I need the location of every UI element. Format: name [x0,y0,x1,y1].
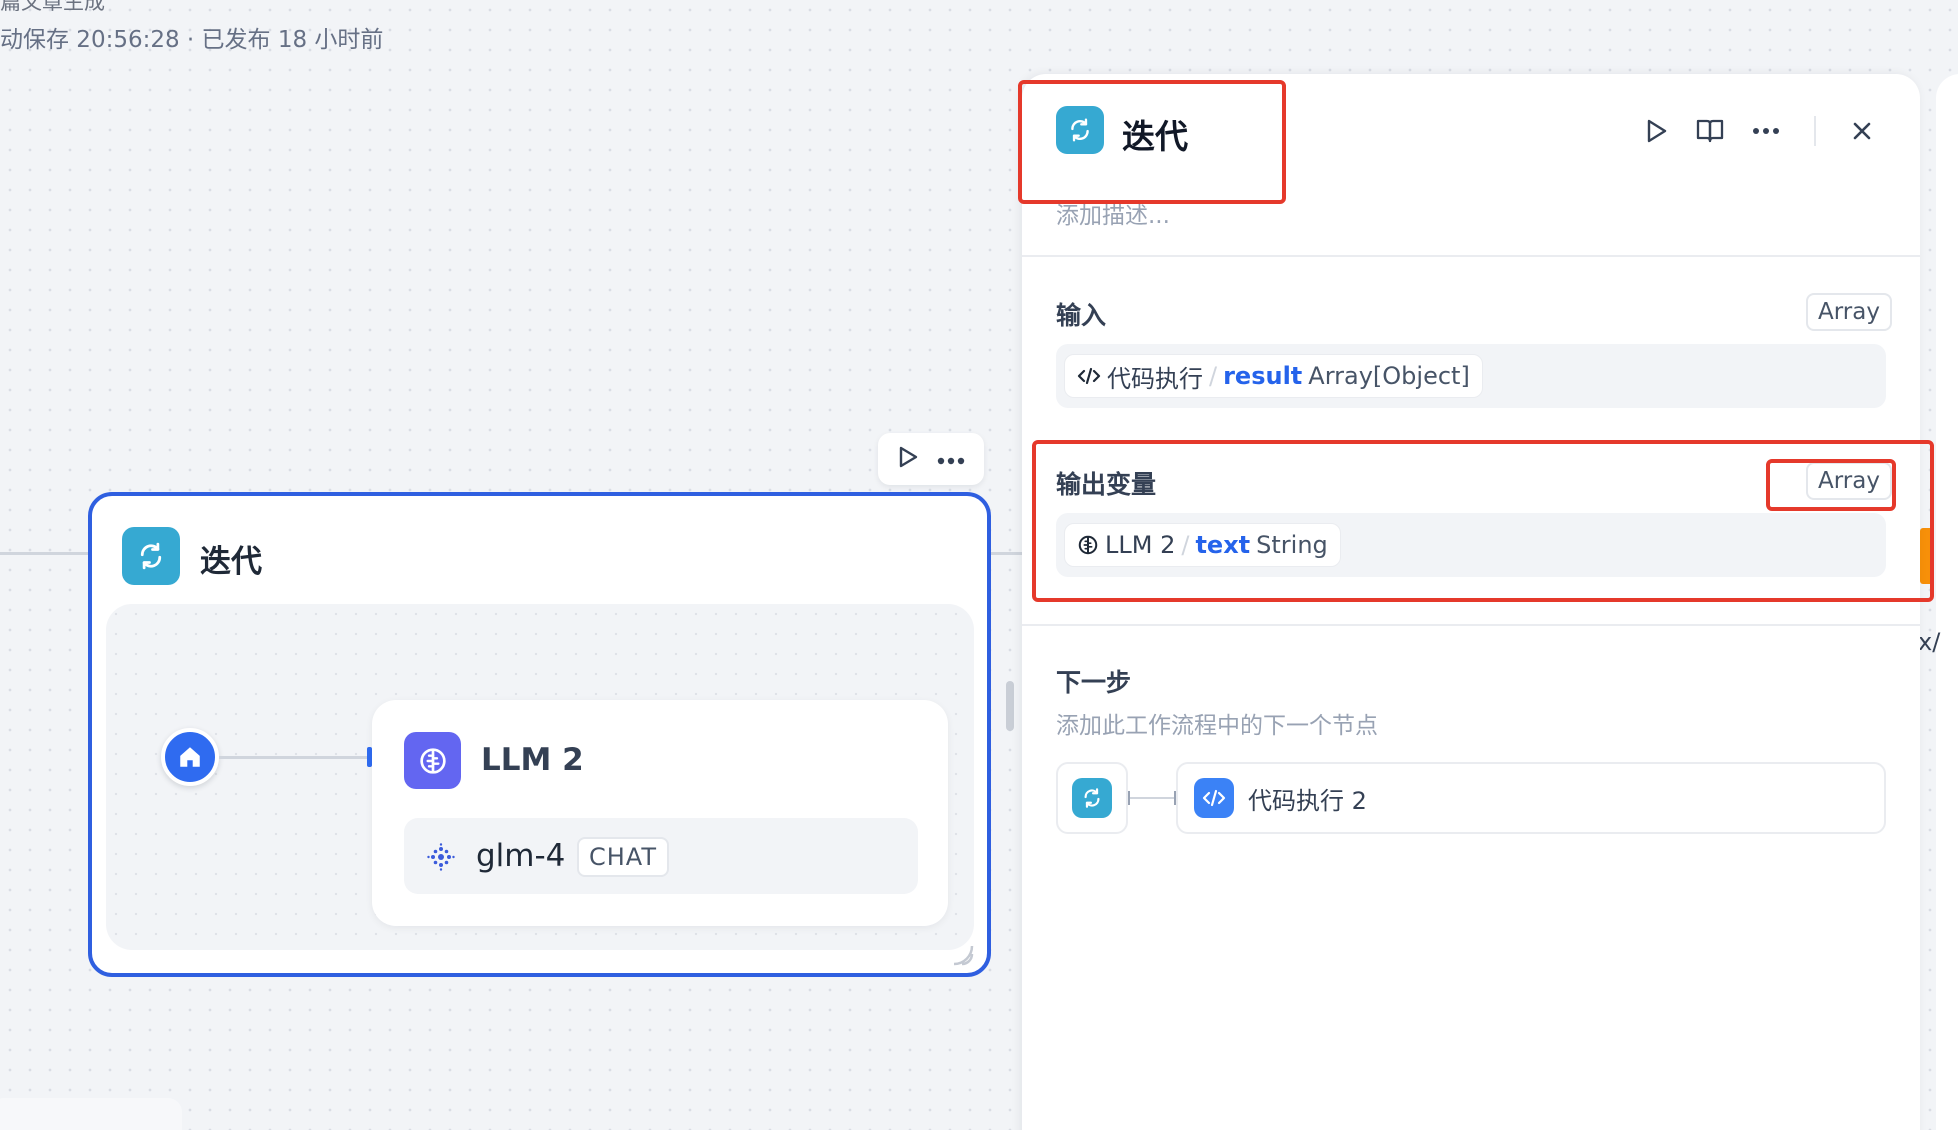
brain-icon [404,732,461,789]
inner-edge [219,756,369,759]
section-divider [1022,255,1920,257]
model-mode-badge: CHAT [577,837,670,877]
close-button[interactable] [1842,111,1882,151]
canvas-scrollbar[interactable] [1006,681,1014,731]
iteration-start-node[interactable] [161,728,219,786]
node-settings-panel [1022,74,1920,1130]
section-divider [1022,624,1920,626]
next-step-connector [1128,797,1176,799]
app-title: 篇文章生成 [0,0,105,14]
input-variable-type: Array[Object] [1308,362,1470,390]
outgoing-edge [990,552,1024,555]
incoming-edge [0,552,88,555]
iteration-icon [1072,778,1112,818]
next-step-target-label: 代码执行 2 [1248,786,1367,815]
code-icon [1077,367,1101,385]
model-name: glm-4 [476,838,566,874]
llm-node-title: LLM 2 [481,742,584,778]
annotation-box-type-badge [1766,459,1896,511]
input-section-label: 输入 [1056,301,1107,330]
edge-text-fragment: x/ [1918,628,1941,656]
resize-handle-icon[interactable] [950,942,976,968]
code-icon [1194,778,1234,818]
connector-cap [1128,791,1130,805]
iteration-node-title: 迭代 [200,544,262,580]
run-button[interactable] [1636,111,1676,151]
adjacent-panel [1936,74,1958,1130]
next-step-target-node[interactable]: 代码执行 2 [1176,762,1886,834]
annotation-box-title [1018,80,1286,204]
node-more-icon[interactable] [937,450,965,469]
canvas-control [0,1098,182,1130]
home-icon [180,747,200,767]
next-step-description: 添加此工作流程中的下一个节点 [1056,713,1378,739]
input-variable-chip[interactable]: 代码执行 / result Array[Object] [1064,354,1483,398]
node-toolbar [878,433,984,485]
more-button[interactable] [1746,111,1786,151]
close-icon [1853,122,1871,140]
play-icon [1647,119,1667,143]
book-icon [1696,119,1724,143]
next-step-source-node [1056,762,1128,834]
input-node-name: 代码执行 [1107,364,1203,393]
run-node-icon[interactable] [897,445,919,473]
save-status: 动保存 20:56:28 · 已发布 18 小时前 [0,27,384,53]
zhipu-model-icon [426,842,456,872]
input-variable-name: result [1223,362,1303,390]
next-step-label: 下一步 [1056,668,1132,697]
docs-button[interactable] [1690,111,1730,151]
more-dots-icon [1753,128,1779,134]
slash-separator: / [1209,362,1218,390]
toolbar-divider [1814,116,1816,146]
iteration-node-icon [122,527,180,585]
input-type-badge: Array [1806,293,1892,331]
